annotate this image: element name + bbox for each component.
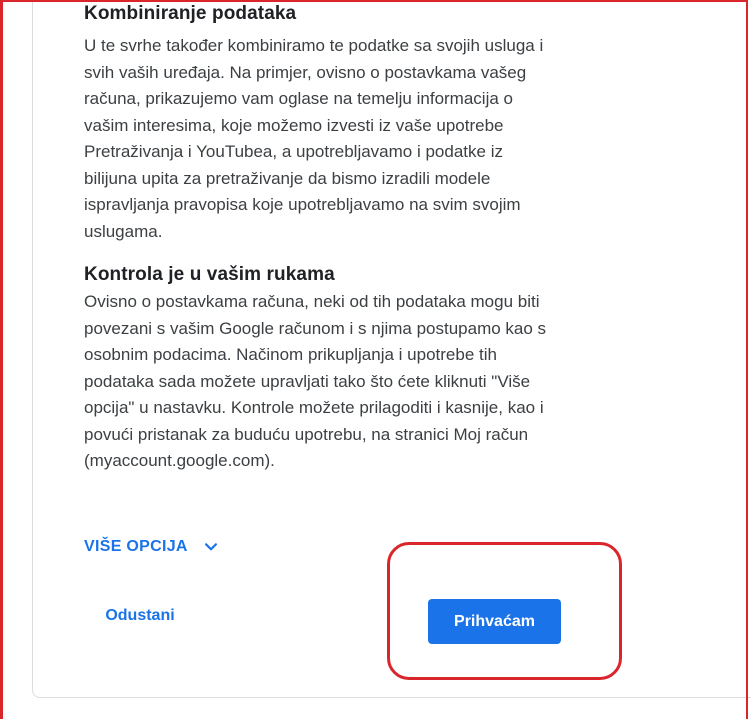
consent-page: Kombiniranje podataka U te svrhe također… bbox=[0, 0, 751, 719]
section-text-control: Ovisno o postavkama računa, neki od tih … bbox=[84, 292, 547, 470]
section-title-control: Kontrola je u vašim rukama bbox=[84, 264, 335, 285]
more-options-toggle[interactable]: VIŠE OPCIJA bbox=[84, 538, 220, 556]
cancel-button[interactable]: Odustani bbox=[84, 596, 196, 636]
accept-button[interactable]: Prihvaćam bbox=[428, 599, 561, 644]
more-options-label: VIŠE OPCIJA bbox=[84, 538, 188, 555]
section-title-combining-data: Kombiniranje podataka bbox=[84, 3, 297, 24]
section-text-combining-data: U te svrhe također kombiniramo te podatk… bbox=[84, 36, 544, 241]
chevron-down-icon bbox=[204, 543, 217, 551]
